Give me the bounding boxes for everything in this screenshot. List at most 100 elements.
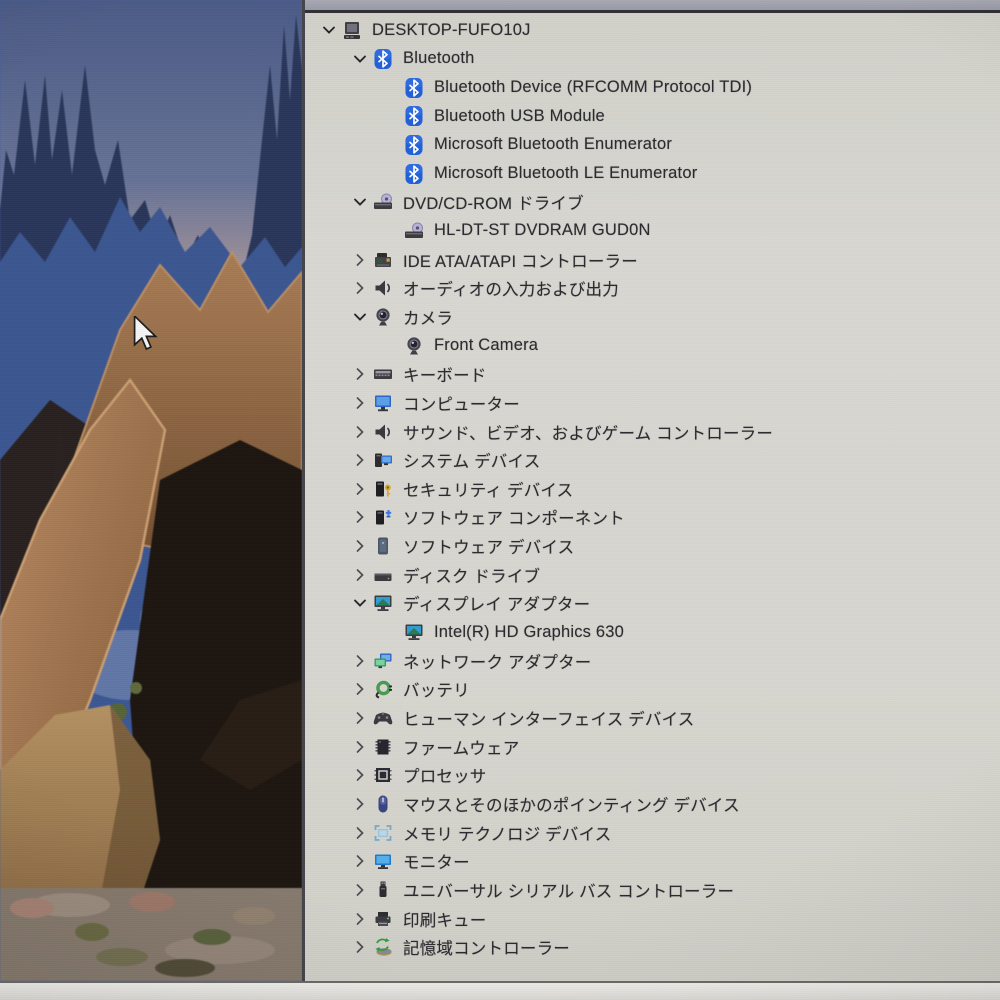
chevron-down-icon[interactable] [348, 50, 372, 68]
tree-item-label: サウンド、ビデオ、およびゲーム コントローラー [403, 424, 774, 443]
keyboard-icon [372, 363, 394, 385]
tree-item[interactable]: コンピューター [305, 389, 1000, 418]
tree-item-label: DESKTOP-FUFO10J [372, 20, 531, 39]
wallpaper-scene [0, 0, 302, 981]
toolbar-edge [305, 0, 1000, 13]
tree-item[interactable]: モニター [305, 847, 1000, 876]
tree-item[interactable]: DVD/CD-ROM ドライブ [305, 188, 1000, 217]
tree-item-label: Microsoft Bluetooth LE Enumerator [434, 164, 698, 183]
chevron-right-icon[interactable] [348, 680, 372, 698]
tree-item[interactable]: IDE ATA/ATAPI コントローラー [305, 245, 1000, 274]
chevron-down-icon[interactable] [348, 193, 372, 211]
chevron-right-icon[interactable] [348, 566, 372, 584]
tree-item[interactable]: Bluetooth [305, 45, 1000, 74]
tree-item[interactable]: ソフトウェア コンポーネント [305, 503, 1000, 532]
tree-item-label: Intel(R) HD Graphics 630 [434, 622, 625, 641]
tree-item[interactable]: 記憶域コントローラー [305, 933, 1000, 962]
chevron-right-icon[interactable] [348, 394, 372, 412]
tree-item[interactable]: Bluetooth Device (RFCOMM Protocol TDI) [305, 73, 1000, 102]
dvd-drive-icon [403, 220, 425, 242]
chevron-down-icon[interactable] [348, 308, 372, 326]
tree-item-label: 印刷キュー [403, 911, 487, 930]
tree-item-label: ディスプレイ アダプター [403, 596, 591, 615]
tree-item-label: バッテリ [403, 682, 470, 701]
storage-controller-icon [372, 936, 394, 958]
chevron-right-icon[interactable] [348, 279, 372, 297]
chevron-right-icon[interactable] [348, 824, 372, 842]
tree-item[interactable]: セキュリティ デバイス [305, 475, 1000, 504]
bluetooth-icon [403, 77, 425, 99]
tree-item[interactable]: Front Camera [305, 331, 1000, 360]
hid-gamepad-icon [372, 707, 394, 729]
chevron-right-icon[interactable] [348, 652, 372, 670]
tree-item[interactable]: プロセッサ [305, 761, 1000, 790]
tree-item[interactable]: メモリ テクノロジ デバイス [305, 818, 1000, 847]
tree-item[interactable]: カメラ [305, 303, 1000, 332]
chevron-right-icon[interactable] [348, 852, 372, 870]
tree-item-label: キーボード [403, 367, 487, 386]
chevron-right-icon[interactable] [348, 709, 372, 727]
display-adapter-icon [372, 592, 394, 614]
tree-item[interactable]: ユニバーサル シリアル バス コントローラー [305, 876, 1000, 905]
tree-item[interactable]: HL-DT-ST DVDRAM GUD0N [305, 217, 1000, 246]
chevron-down-icon[interactable] [317, 21, 341, 39]
tree-item[interactable]: マウスとそのほかのポインティング デバイス [305, 790, 1000, 819]
chevron-right-icon[interactable] [348, 910, 372, 928]
chevron-right-icon[interactable] [348, 766, 372, 784]
chevron-right-icon[interactable] [348, 480, 372, 498]
tree-item[interactable]: ネットワーク アダプター [305, 646, 1000, 675]
tree-item-label: Microsoft Bluetooth Enumerator [434, 135, 673, 154]
chevron-right-icon[interactable] [348, 938, 372, 956]
tree-item[interactable]: Microsoft Bluetooth Enumerator [305, 131, 1000, 160]
software-device-icon [372, 535, 394, 557]
tree-item-label: ソフトウェア コンポーネント [403, 510, 625, 529]
chevron-right-icon[interactable] [348, 365, 372, 383]
tree-item[interactable]: ファームウェア [305, 732, 1000, 761]
chevron-right-icon[interactable] [348, 423, 372, 441]
tree-item[interactable]: オーディオの入力および出力 [305, 274, 1000, 303]
chevron-right-icon[interactable] [348, 451, 372, 469]
chevron-right-icon[interactable] [348, 795, 372, 813]
mouse-icon [372, 793, 394, 815]
tree-item-label: Bluetooth USB Module [434, 106, 605, 125]
tree-item[interactable]: ディスク ドライブ [305, 560, 1000, 589]
mouse-cursor [133, 316, 158, 351]
tree-item[interactable]: ディスプレイ アダプター [305, 589, 1000, 618]
tree-item[interactable]: Microsoft Bluetooth LE Enumerator [305, 159, 1000, 188]
tree-item-label: ヒューマン インターフェイス デバイス [403, 711, 695, 730]
chevron-right-icon[interactable] [348, 251, 372, 269]
tree-item[interactable]: Intel(R) HD Graphics 630 [305, 618, 1000, 647]
speaker-icon [372, 421, 394, 443]
computer-monitor-icon [372, 392, 394, 414]
chevron-right-icon[interactable] [348, 508, 372, 526]
tree-item-label: システム デバイス [403, 453, 541, 472]
bluetooth-icon [403, 105, 425, 127]
tree-item[interactable]: キーボード [305, 360, 1000, 389]
monitor-icon [372, 850, 394, 872]
tree-item-label: ユニバーサル シリアル バス コントローラー [403, 883, 735, 902]
display-adapter-icon [403, 621, 425, 643]
tree-item[interactable]: Bluetooth USB Module [305, 102, 1000, 131]
tree-item[interactable]: 印刷キュー [305, 904, 1000, 933]
tree-item-label: カメラ [403, 309, 454, 328]
chevron-right-icon[interactable] [348, 537, 372, 555]
memory-chip-icon [372, 822, 394, 844]
chevron-right-icon[interactable] [348, 738, 372, 756]
tree-item[interactable]: ソフトウェア デバイス [305, 532, 1000, 561]
battery-icon [372, 678, 394, 700]
tree-item-label: ソフトウェア デバイス [403, 539, 575, 558]
chevron-down-icon[interactable] [348, 594, 372, 612]
tree-item[interactable]: システム デバイス [305, 446, 1000, 475]
tree-item[interactable]: バッテリ [305, 675, 1000, 704]
tree-item[interactable]: サウンド、ビデオ、およびゲーム コントローラー [305, 417, 1000, 446]
tree-item[interactable]: ヒューマン インターフェイス デバイス [305, 704, 1000, 733]
bluetooth-icon [372, 48, 394, 70]
tree-item-label: モニター [403, 854, 470, 873]
tree-item-label: Bluetooth Device (RFCOMM Protocol TDI) [434, 78, 753, 97]
tree-item[interactable]: DESKTOP-FUFO10J [305, 16, 1000, 45]
chevron-right-icon[interactable] [348, 881, 372, 899]
